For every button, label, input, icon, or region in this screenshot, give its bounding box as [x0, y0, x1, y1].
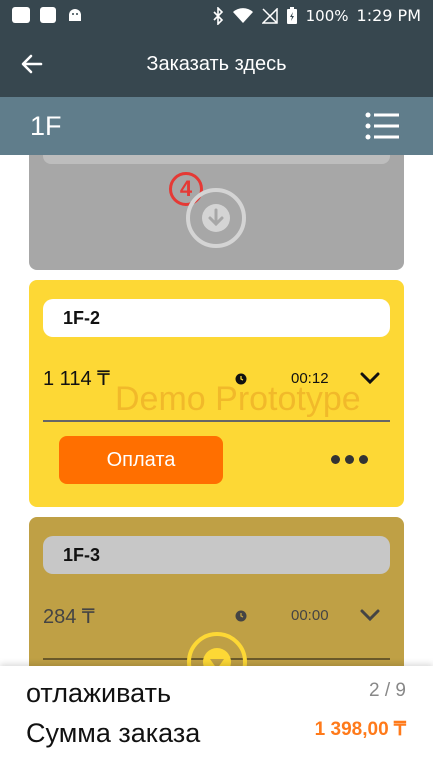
order-amount: 284 ₸ [43, 606, 95, 628]
total-label: Сумма заказа [26, 718, 201, 748]
message-icon [12, 7, 30, 23]
bluetooth-icon [213, 6, 223, 25]
divider [43, 420, 390, 422]
notification-icon [40, 7, 56, 23]
order-name: 1F-3 [63, 545, 101, 565]
orders-list[interactable]: 4 1F-2 1 114 ₸ 00:12 Demo Prototype Опла… [0, 155, 433, 666]
order-card[interactable]: 1F-3 284 ₸ 00:00 [29, 517, 404, 666]
order-total: 1 398,00 ₸ [314, 719, 406, 740]
order-summary: отлаживать Сумма заказа 2 / 9 1 398,00 ₸ [0, 666, 433, 769]
page-indicator: 2 / 9 [369, 680, 406, 701]
no-signal-icon [261, 7, 278, 24]
expand-down-button[interactable] [186, 188, 246, 248]
order-timer: 00:00 [291, 607, 329, 624]
demo-watermark: Demo Prototype [115, 380, 361, 418]
list-menu-button[interactable] [365, 111, 401, 141]
status-bar: 100% 1:29 PM [0, 0, 433, 31]
clock-icon [235, 610, 247, 622]
section-header: 1F [0, 97, 433, 155]
chevron-down-icon[interactable] [357, 605, 383, 625]
battery-level: 100% [305, 6, 349, 25]
order-card-active[interactable]: 1F-2 1 114 ₸ 00:12 Demo Prototype Оплата [29, 280, 404, 507]
battery-icon [286, 6, 297, 24]
card-header-strip [43, 155, 390, 164]
wifi-icon [232, 7, 253, 23]
order-name-field[interactable]: 1F-3 [43, 536, 390, 574]
list-icon [365, 112, 399, 140]
expand-down-button[interactable] [187, 632, 247, 666]
order-card-collapsed: 4 [29, 155, 404, 270]
section-label: 1F [30, 111, 62, 141]
order-name-field[interactable]: 1F-2 [43, 299, 390, 337]
pay-button[interactable]: Оплата [59, 436, 223, 484]
arrow-down-icon [202, 204, 230, 232]
chevron-down-icon[interactable] [357, 368, 383, 388]
arrow-down-icon [203, 648, 231, 666]
toolbar: Заказать здесь [0, 31, 433, 97]
clock-time: 1:29 PM [356, 6, 421, 25]
more-options-button[interactable] [331, 455, 368, 464]
android-icon [69, 9, 81, 21]
debug-label: отлаживать [26, 678, 172, 708]
page-title: Заказать здесь [146, 53, 287, 75]
order-amount: 1 114 ₸ [43, 368, 110, 390]
order-name: 1F-2 [63, 308, 101, 328]
